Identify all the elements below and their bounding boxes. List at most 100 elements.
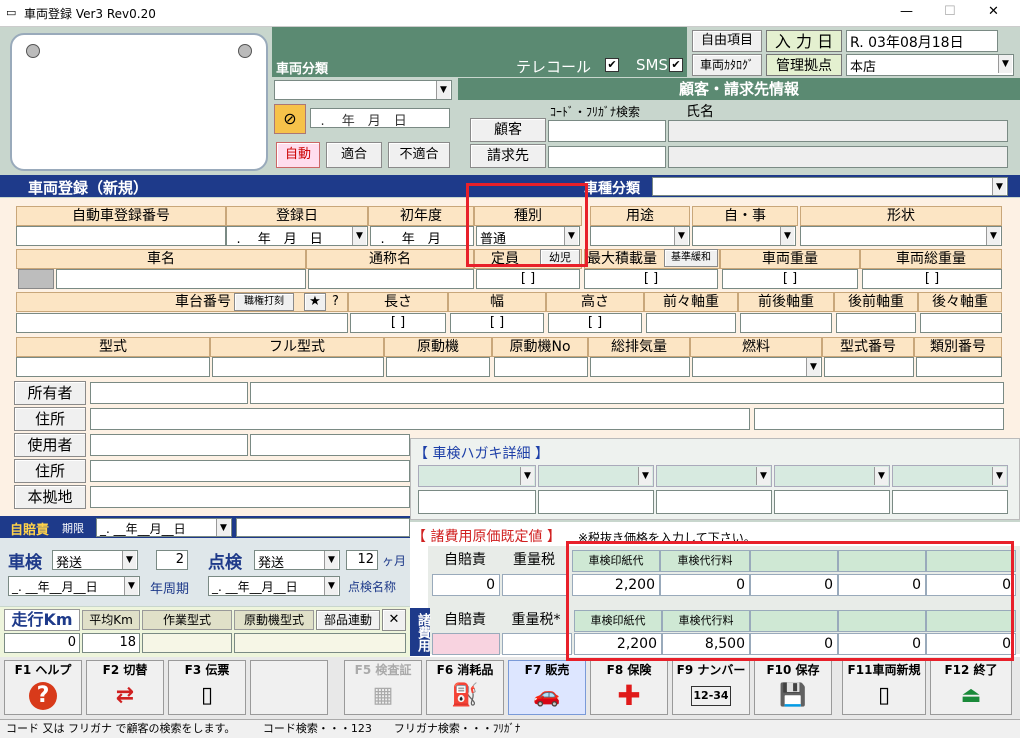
f6-consumables-button[interactable]: F6 消耗品 ⛽ <box>426 660 504 715</box>
postcard-select-5[interactable]: ▼ <box>892 465 1008 487</box>
common-field[interactable] <box>308 269 474 289</box>
f12-exit-button[interactable]: F12 終了 ⏏ <box>930 660 1012 715</box>
postcard-field-1[interactable] <box>418 490 536 514</box>
chevron-down-icon[interactable]: ▼ <box>986 227 1000 245</box>
f4-blank-button[interactable] <box>250 660 328 715</box>
cost-weight-field[interactable] <box>502 574 568 596</box>
owner-address-field[interactable] <box>90 408 750 430</box>
private-select[interactable]: ▼ <box>692 226 796 246</box>
f2-switch-button[interactable]: F2 切替 ⇄ <box>86 660 164 715</box>
postcard-select-4[interactable]: ▼ <box>774 465 890 487</box>
chevron-down-icon[interactable]: ▼ <box>216 519 230 536</box>
cost-jibai-field[interactable]: 0 <box>432 574 500 596</box>
maxload-field[interactable]: [ ] <box>584 269 718 289</box>
chevron-down-icon[interactable]: ▼ <box>324 551 338 569</box>
name-field[interactable] <box>56 269 306 289</box>
base-location-field[interactable] <box>90 486 410 508</box>
chassis-field[interactable] <box>16 313 348 333</box>
user-address-field[interactable] <box>90 460 410 482</box>
fees-weight-field[interactable] <box>502 633 572 655</box>
auto-button[interactable]: 自動 <box>276 142 320 168</box>
tenken-mode-select[interactable]: 発送 ▼ <box>254 550 340 570</box>
fees-agent-field[interactable]: 8,500 <box>662 633 750 655</box>
fr-axle-field[interactable] <box>740 313 832 333</box>
postcard-select-1[interactable]: ▼ <box>418 465 536 487</box>
cost-extra-field-1[interactable]: 0 <box>750 574 838 596</box>
chevron-down-icon[interactable]: ▼ <box>756 467 770 485</box>
weight-field[interactable]: [ ] <box>722 269 858 289</box>
cost-extra-field-3[interactable]: 0 <box>926 574 1016 596</box>
owner-code-field[interactable] <box>90 382 248 404</box>
cost-extra-field-2[interactable]: 0 <box>838 574 926 596</box>
chevron-down-icon[interactable]: ▼ <box>998 55 1012 73</box>
close-icon[interactable]: ✕ <box>382 609 406 631</box>
jibai-date-select[interactable]: _. __年__月__日 ▼ <box>96 518 232 537</box>
postcard-field-3[interactable] <box>656 490 772 514</box>
rf-axle-field[interactable] <box>836 313 916 333</box>
tenken-date-select[interactable]: _. __年__月__日 ▼ <box>208 576 340 596</box>
owner-button[interactable]: 所有者 <box>14 381 86 405</box>
jibai-extra-field[interactable] <box>236 518 410 537</box>
postcard-field-5[interactable] <box>892 490 1008 514</box>
telecall-checkbox[interactable]: ✔ <box>605 58 619 72</box>
customer-button[interactable]: 顧客 <box>470 118 546 142</box>
unfit-button[interactable]: 不適合 <box>388 142 450 168</box>
shaken-cycle-field[interactable]: 2 <box>156 550 188 570</box>
ff-axle-field[interactable] <box>646 313 736 333</box>
base-location-button[interactable]: 本拠地 <box>14 485 86 509</box>
chevron-down-icon[interactable]: ▼ <box>124 577 138 595</box>
engine-field[interactable] <box>386 357 490 377</box>
regdate-field[interactable]: _. __年__月__日 ▼ <box>226 226 368 246</box>
user-code-field[interactable] <box>90 434 248 456</box>
width-field[interactable]: [ ] <box>450 313 544 333</box>
f8-insurance-button[interactable]: F8 保険 ✚ <box>590 660 668 715</box>
user-address-button[interactable]: 住所 <box>14 459 86 483</box>
date-select[interactable]: _. __年__月__日 <box>310 108 450 128</box>
length-field[interactable]: [ ] <box>350 313 446 333</box>
billing-code-field[interactable] <box>548 146 666 168</box>
chevron-down-icon[interactable]: ▼ <box>674 227 688 245</box>
f3-slip-button[interactable]: F3 伝票 ▯ <box>168 660 246 715</box>
kind-select[interactable]: 普通 ▼ <box>476 226 580 246</box>
owner-address-button[interactable]: 住所 <box>14 407 86 431</box>
gross-field[interactable]: [ ] <box>862 269 1002 289</box>
avg-km-field[interactable]: 18 <box>82 633 140 653</box>
chevron-down-icon[interactable]: ▼ <box>520 467 534 485</box>
input-date-field[interactable]: R. 03年08月18日 <box>846 30 998 52</box>
chevron-down-icon[interactable]: ▼ <box>780 227 794 245</box>
help-mark[interactable]: ? <box>332 294 339 309</box>
fullmodel-field[interactable] <box>212 357 384 377</box>
close-window-button[interactable]: ✕ <box>988 4 999 19</box>
capacity-field[interactable]: [ ] <box>476 269 580 289</box>
classno-field[interactable] <box>916 357 1002 377</box>
chevron-down-icon[interactable]: ▼ <box>352 227 366 245</box>
postcard-field-4[interactable] <box>774 490 890 514</box>
billing-name-field[interactable] <box>668 146 1008 168</box>
sms-checkbox[interactable]: ✔ <box>669 58 683 72</box>
shaken-date-select[interactable]: _. __年__月__日 ▼ <box>8 576 140 596</box>
fees-extra-field-3[interactable]: 0 <box>926 633 1016 655</box>
chevron-down-icon[interactable]: ▼ <box>874 467 888 485</box>
chevron-down-icon[interactable]: ▼ <box>324 577 338 595</box>
cost-agent-field[interactable]: 0 <box>660 574 750 596</box>
fit-button[interactable]: 適合 <box>326 142 382 168</box>
chevron-down-icon[interactable]: ▼ <box>806 358 820 376</box>
mileage-field[interactable]: 0 <box>4 633 80 653</box>
customer-code-field[interactable] <box>548 120 666 142</box>
f5-certificate-button[interactable]: F5 検査証 ▦ <box>344 660 422 715</box>
displacement-field[interactable] <box>590 357 690 377</box>
stamp-button[interactable]: 職権打刻 <box>234 293 294 311</box>
user-button[interactable]: 使用者 <box>14 433 86 457</box>
vehicle-catalog-button[interactable]: 車両ｶﾀﾛｸﾞ <box>692 54 762 76</box>
maximize-button[interactable]: ☐ <box>944 4 956 19</box>
f10-save-button[interactable]: F10 保存 💾 <box>754 660 832 715</box>
engine-model-field[interactable] <box>234 633 406 653</box>
modelno-field[interactable] <box>824 357 914 377</box>
chevron-down-icon[interactable]: ▼ <box>638 467 652 485</box>
chevron-down-icon[interactable]: ▼ <box>564 227 578 245</box>
chevron-down-icon[interactable]: ▼ <box>436 81 450 99</box>
fees-stamp-field[interactable]: 2,200 <box>574 633 662 655</box>
base-select[interactable]: 本店 ▼ <box>846 54 1014 76</box>
fees-jibai-field[interactable] <box>432 633 500 655</box>
owner-address2-field[interactable] <box>754 408 1004 430</box>
